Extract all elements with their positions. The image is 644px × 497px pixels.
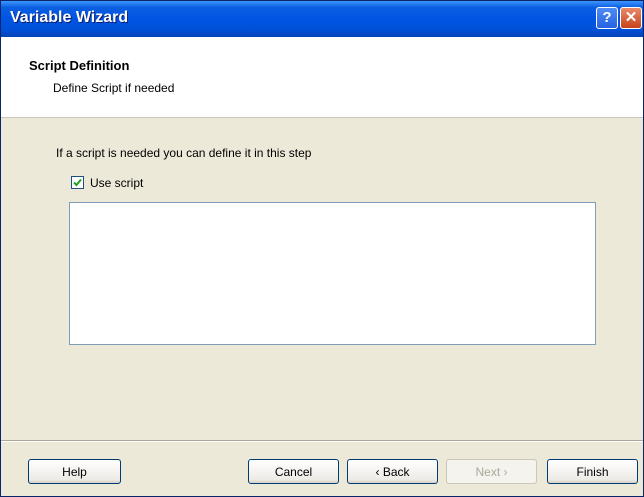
help-title-button[interactable]: ? <box>596 7 618 29</box>
close-title-button[interactable]: ✕ <box>620 7 642 29</box>
cancel-button[interactable]: Cancel <box>248 459 339 484</box>
step-title: Script Definition <box>29 58 130 73</box>
use-script-checkbox[interactable] <box>71 176 84 189</box>
window-title: Variable Wizard <box>10 9 129 26</box>
footer-separator <box>1 440 643 442</box>
wizard-body: If a script is needed you can define it … <box>1 118 643 438</box>
wizard-header: Script Definition Define Script if neede… <box>1 37 643 118</box>
title-bar[interactable]: Variable Wizard ? ✕ <box>1 1 643 37</box>
check-mark-icon <box>73 178 82 187</box>
step-subtitle: Define Script if needed <box>53 81 175 95</box>
finish-button[interactable]: Finish <box>547 459 638 484</box>
variable-wizard-window: Variable Wizard ? ✕ Script Definition De… <box>0 0 644 497</box>
help-button[interactable]: Help <box>28 459 121 484</box>
use-script-label[interactable]: Use script <box>90 176 143 190</box>
back-button[interactable]: ‹ Back <box>347 459 438 484</box>
next-button[interactable]: Next › <box>446 459 537 484</box>
close-icon: ✕ <box>624 9 638 26</box>
question-icon: ? <box>602 9 612 26</box>
instruction-text: If a script is needed you can define it … <box>56 146 312 160</box>
script-editor[interactable] <box>69 202 596 345</box>
